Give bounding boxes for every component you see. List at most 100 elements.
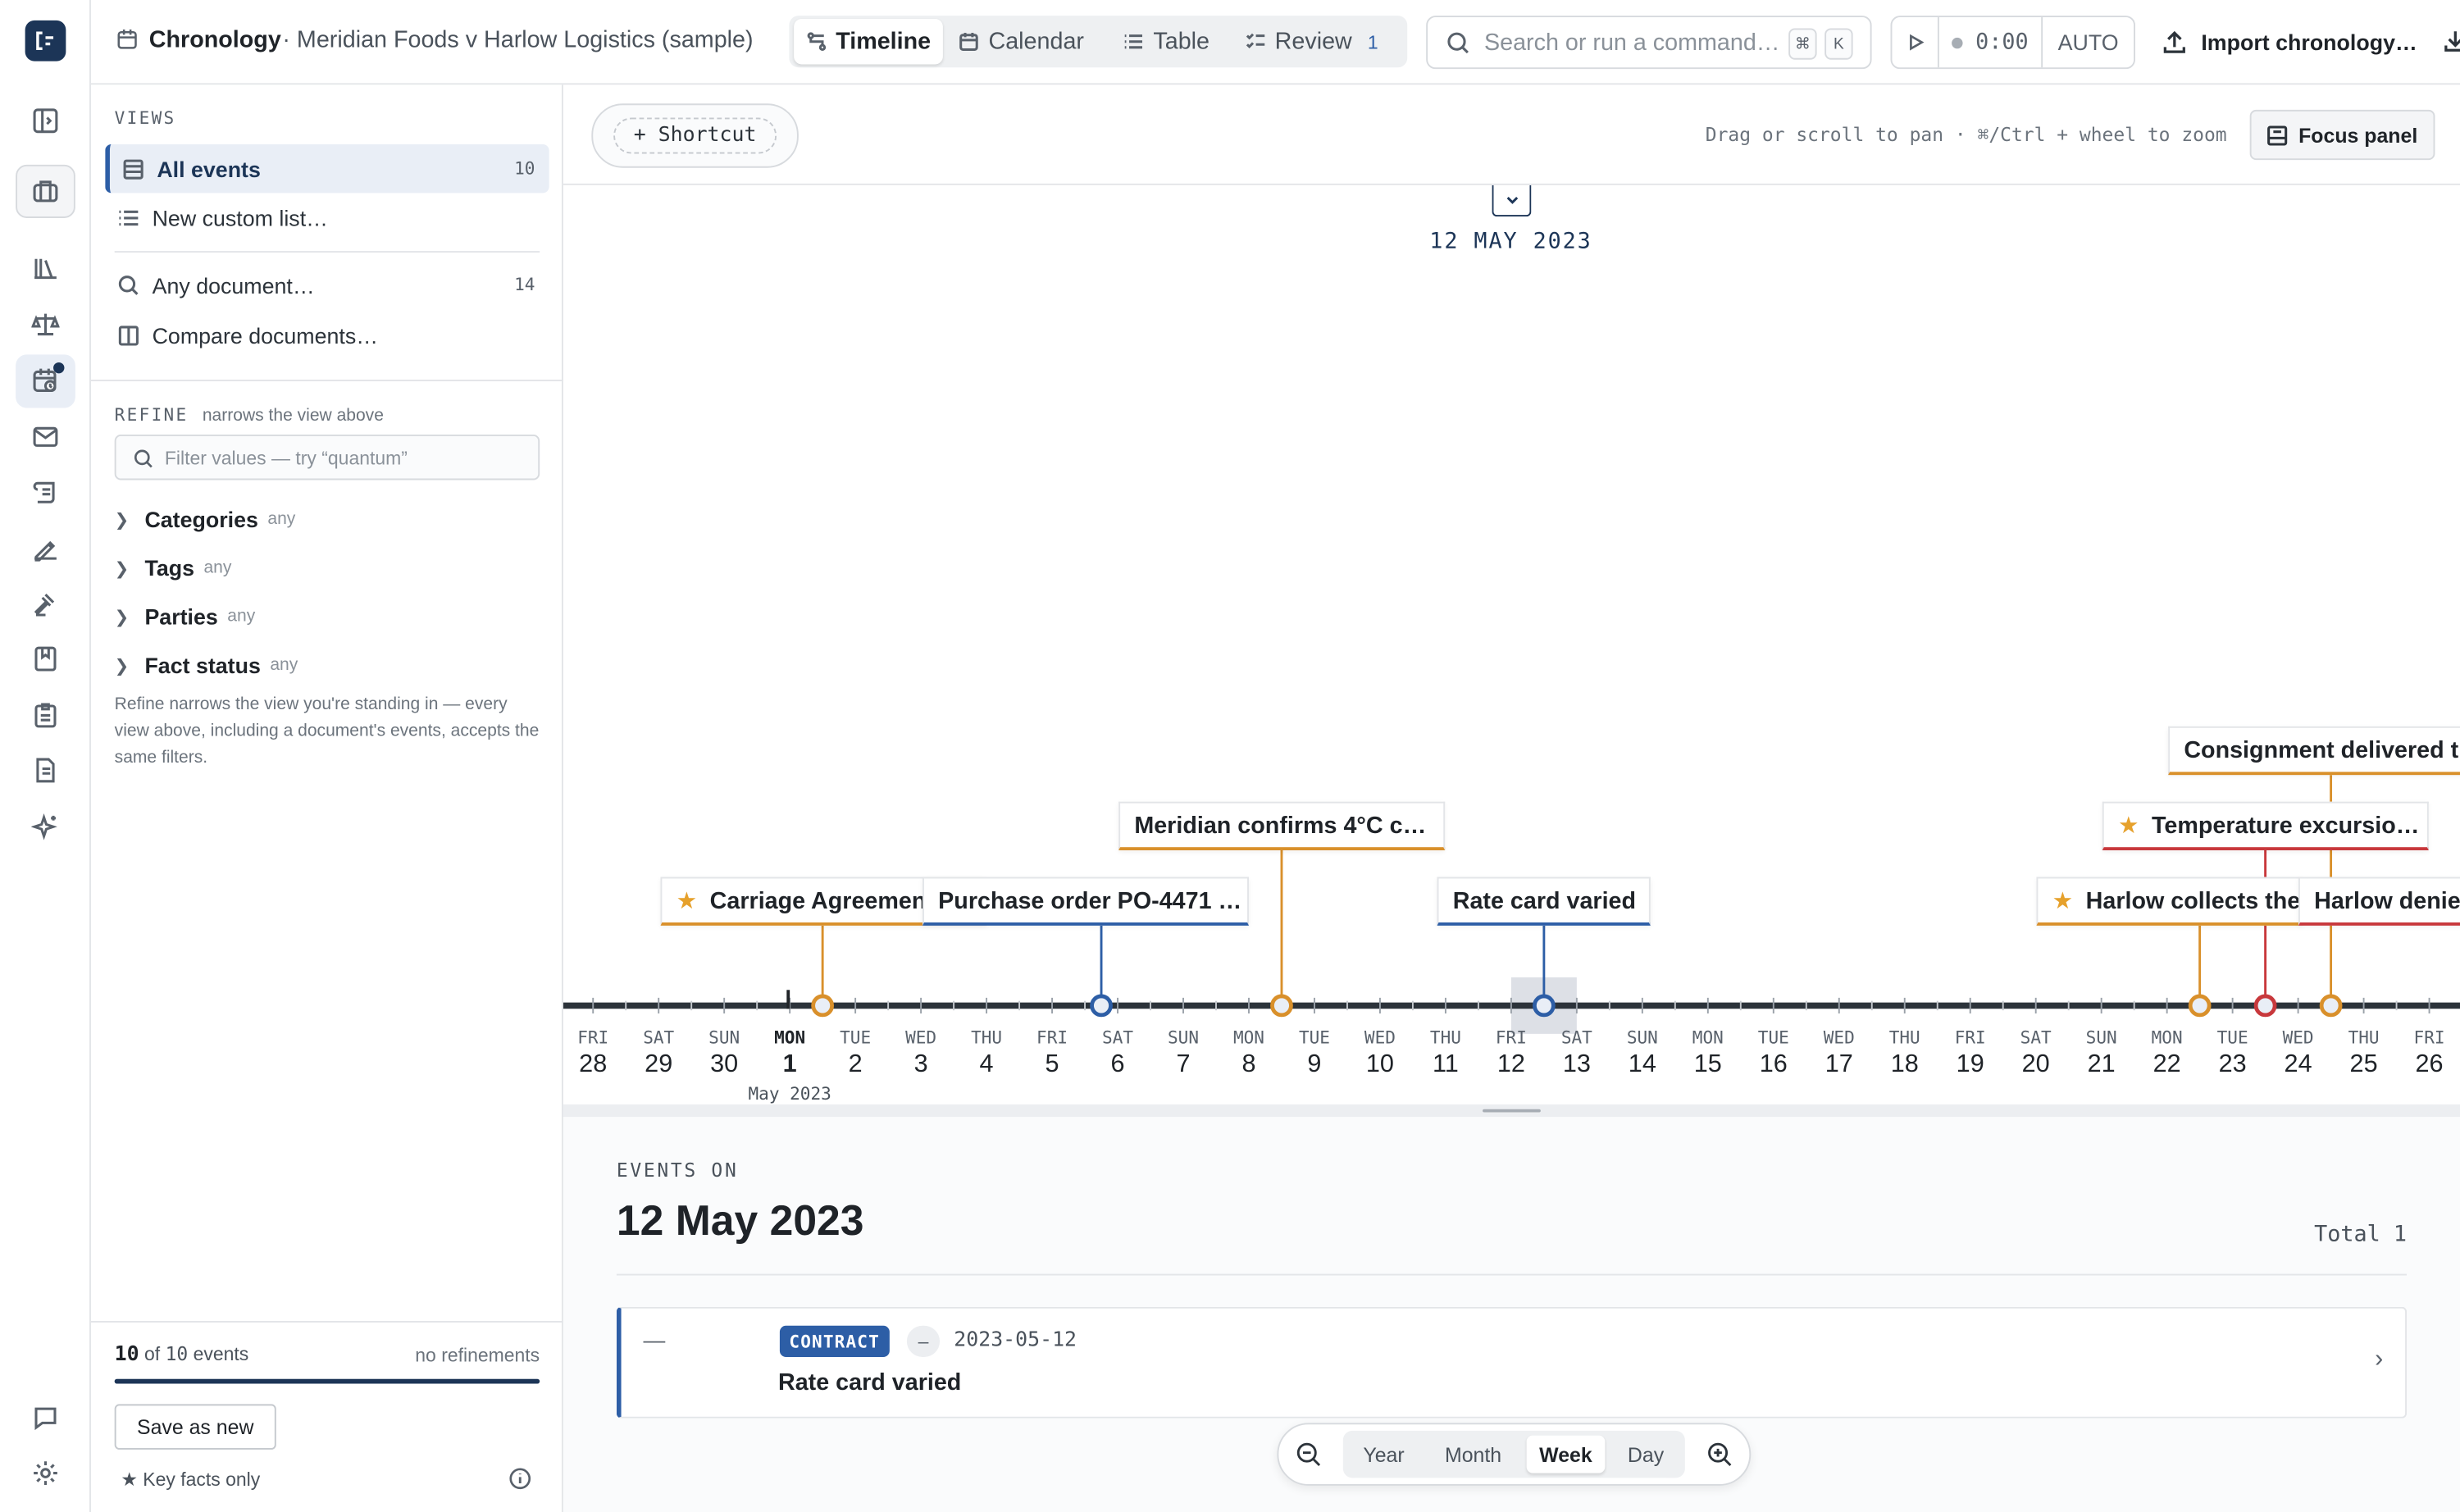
event-count-summary: 10 of 10 events <box>114 1342 249 1367</box>
top-bar: Chronology · Meridian Foods v Harlow Log… <box>90 0 2460 85</box>
chevron-right-icon: ❯ <box>114 608 130 627</box>
record-dot-icon <box>1952 36 1963 48</box>
app-logo[interactable] <box>25 20 66 61</box>
chevron-right-icon: ❯ <box>114 510 130 530</box>
gear-icon[interactable] <box>16 1446 75 1500</box>
any-document-view[interactable]: Any document… 14 <box>105 261 549 309</box>
library-icon[interactable] <box>16 242 75 295</box>
event-label-text: Harlow denie <box>2314 886 2460 914</box>
sparkles-icon[interactable] <box>16 800 75 854</box>
zoom-level-segment: Year Month Week Day <box>1342 1430 1685 1478</box>
tab-review[interactable]: Review 1 <box>1233 19 1390 64</box>
timeline-icon <box>807 32 826 51</box>
save-as-new-button[interactable]: Save as new <box>114 1404 276 1450</box>
view-all-events[interactable]: All events 10 <box>105 144 549 194</box>
event-labels: ★ Carriage Agreemen Purchase order PO-4471… <box>563 84 2460 1104</box>
facet-parties[interactable]: ❯ Parties any <box>115 599 256 634</box>
zoom-year[interactable]: Year <box>1348 1436 1420 1473</box>
event-label[interactable]: ★ Temperature excursio… <box>2102 801 2429 851</box>
views-sidebar: VIEWS All events 10 New custom list… Any… <box>90 84 563 1512</box>
event-label[interactable]: Meridian confirms 4°C c… <box>1118 801 1446 851</box>
events-panel: EVENTS ON 12 May 2023 Total 1 — CONTRACT… <box>563 1117 2460 1512</box>
event-date: 2023-05-12 <box>954 1328 1077 1353</box>
event-label-text: Temperature excursio… <box>2152 812 2420 839</box>
key-facts-toggle[interactable]: ★ Key facts only <box>121 1469 260 1491</box>
zoom-week[interactable]: Week <box>1526 1435 1606 1473</box>
review-count-badge: 1 <box>1367 30 1378 53</box>
event-label[interactable]: Rate card varied <box>1437 877 1651 926</box>
event-progress-fill <box>114 1378 540 1384</box>
scroll-icon[interactable] <box>16 466 75 519</box>
event-label-text: Purchase order PO-4471 … <box>938 886 1242 914</box>
event-label[interactable]: ★ Harlow collects the <box>2036 877 2303 926</box>
timeline-main: + Shortcut Drag or scroll to pan · ⌘/Ctr… <box>563 84 2460 1512</box>
chevron-right-icon[interactable]: › <box>2375 1346 2383 1374</box>
tab-timeline[interactable]: Timeline <box>794 18 943 65</box>
event-label[interactable]: Purchase order PO-4471 … <box>922 877 1249 926</box>
sidebar-footer: 10 of 10 events no refinements Save as n… <box>90 1320 563 1512</box>
divider <box>114 251 540 253</box>
event-progress-bar <box>114 1378 540 1384</box>
facet-fact-status[interactable]: ❯ Fact status any <box>115 648 298 682</box>
sidebar-toggle-icon[interactable] <box>16 94 75 148</box>
star-icon: ★ <box>2117 813 2139 840</box>
event-label-text: Carriage Agreemen <box>709 886 927 914</box>
table-icon <box>123 158 144 179</box>
zoom-control: Year Month Week Day <box>1277 1423 1752 1486</box>
event-key-marker: — <box>643 1327 666 1353</box>
divider <box>616 1273 2408 1276</box>
compare-documents-view[interactable]: Compare documents… <box>105 311 549 359</box>
zoom-day[interactable]: Day <box>1613 1436 1679 1473</box>
events-on-heading: EVENTS ON <box>616 1159 739 1182</box>
import-chronology-button[interactable]: Import chronology… <box>2162 16 2417 69</box>
calendar-icon <box>959 33 978 51</box>
category-badge: CONTRACT <box>779 1325 890 1358</box>
gavel-icon[interactable] <box>16 577 75 631</box>
kbd-k: K <box>1824 28 1853 60</box>
command-search-input[interactable]: Search or run a command… ⌘ K <box>1426 16 1872 70</box>
info-icon[interactable] <box>508 1467 532 1491</box>
events-date: 12 May 2023 <box>616 1196 864 1245</box>
new-custom-list[interactable]: New custom list… <box>105 193 549 241</box>
recorder-control: 0:00 AUTO <box>1890 16 2136 70</box>
scales-icon[interactable] <box>16 298 75 352</box>
zoom-month[interactable]: Month <box>1429 1436 1517 1473</box>
search-icon <box>134 449 153 468</box>
tab-table[interactable]: Table <box>1108 19 1225 64</box>
play-icon <box>1909 34 1924 51</box>
play-button[interactable] <box>1892 17 1939 68</box>
tab-calendar[interactable]: Calendar <box>950 19 1091 64</box>
chronology-icon[interactable] <box>16 354 75 408</box>
auto-mode-toggle[interactable]: AUTO <box>2043 17 2134 67</box>
page-title: Chronology <box>148 26 281 54</box>
panel-resize-handle[interactable] <box>563 1104 2460 1118</box>
all-events-count: 10 <box>514 158 535 180</box>
zoom-in-icon[interactable] <box>1706 1440 1733 1468</box>
chat-icon[interactable] <box>16 1391 75 1445</box>
facet-categories[interactable]: ❯ Categories any <box>115 502 296 536</box>
event-label[interactable]: Harlow denie <box>2298 877 2460 926</box>
chevron-right-icon: ❯ <box>114 656 130 676</box>
refinement-status: no refinements <box>415 1344 540 1367</box>
signature-icon[interactable] <box>16 521 75 574</box>
event-label-text: Harlow collects the <box>2085 886 2301 914</box>
filter-values-input[interactable]: Filter values — try “quantum” <box>114 434 540 480</box>
clipboard-icon[interactable] <box>16 689 75 742</box>
download-icon[interactable] <box>2443 28 2460 53</box>
search-icon <box>118 275 139 294</box>
event-label[interactable]: Consignment delivered t <box>2168 726 2460 776</box>
refine-help-text: Refine narrows the view you're standing … <box>114 695 540 767</box>
facet-tags[interactable]: ❯ Tags any <box>115 551 232 585</box>
bookmark-book-icon[interactable] <box>16 632 75 685</box>
star-icon: ★ <box>676 887 698 915</box>
event-card[interactable]: — CONTRACT – 2023-05-12 Rate card varied… <box>616 1306 2408 1419</box>
chronology-icon <box>117 30 137 49</box>
star-icon: ★ <box>2052 887 2074 915</box>
briefcase-icon[interactable] <box>16 164 75 218</box>
mail-icon[interactable] <box>16 409 75 462</box>
events-total: Total 1 <box>2314 1222 2408 1248</box>
document-icon[interactable] <box>16 744 75 797</box>
zoom-out-icon[interactable] <box>1294 1440 1322 1468</box>
matter-title: · Meridian Foods v Harlow Logistics (sam… <box>282 26 754 54</box>
recording-timer: 0:00 <box>1939 17 2043 68</box>
